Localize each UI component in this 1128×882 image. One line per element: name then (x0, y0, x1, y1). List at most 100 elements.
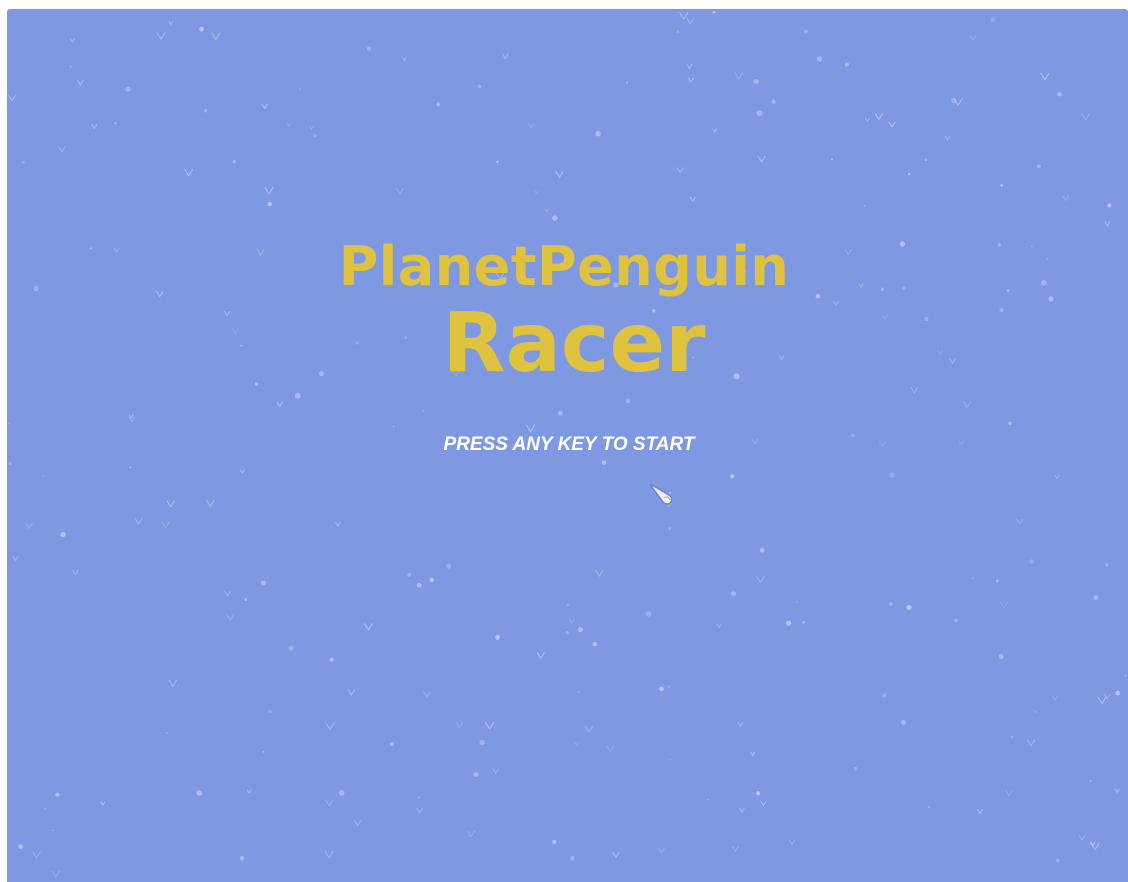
snow-speck (114, 122, 117, 125)
snow-speck (1093, 595, 1099, 600)
snow-speck (864, 117, 870, 123)
snow-speck (416, 807, 424, 814)
snow-speck (353, 819, 362, 827)
snow-speck (659, 686, 664, 691)
snow-speck (658, 847, 665, 854)
snow-speck (205, 499, 215, 508)
snow-speck (156, 31, 166, 41)
snow-speck (555, 171, 564, 179)
snow-speck (203, 109, 208, 113)
snow-speck (573, 740, 580, 746)
snow-speck (484, 721, 495, 731)
snow-speck (446, 563, 452, 569)
snow-speck (668, 527, 672, 531)
snow-speck (224, 590, 232, 597)
snow-speck (786, 620, 792, 626)
snow-speck (455, 722, 464, 729)
snow-speck (712, 10, 716, 14)
snow-speck (570, 855, 575, 861)
snow-speck (478, 84, 482, 89)
snow-speck (889, 472, 895, 478)
snow-speck (1057, 92, 1062, 97)
snow-speck (168, 679, 178, 688)
snow-speck (687, 77, 695, 84)
snow-speck (51, 829, 54, 832)
snow-speck (796, 601, 798, 603)
snow-speck (268, 709, 272, 714)
snow-speck (309, 125, 315, 131)
snow-speck (676, 167, 684, 174)
snow-speck (129, 466, 132, 469)
snow-speck (739, 808, 745, 814)
snow-speck (276, 401, 283, 408)
snow-speck (44, 807, 47, 811)
snow-speck (125, 86, 131, 92)
snow-speck (906, 605, 912, 610)
snow-speck (928, 805, 931, 809)
snow-speck (944, 136, 951, 141)
snow-speck (244, 598, 248, 601)
snow-speck (1054, 474, 1060, 480)
snow-speck (830, 158, 833, 161)
snow-speck (568, 618, 575, 624)
snow-speck (577, 627, 583, 633)
snow-speck (771, 99, 776, 104)
snow-speck (612, 851, 620, 859)
snow-speck (565, 631, 569, 635)
snow-speck (976, 808, 984, 815)
snow-speck (730, 474, 735, 479)
snow-speck (69, 65, 72, 68)
snow-speck (1104, 563, 1109, 567)
snow-speck (232, 159, 237, 164)
snow-speck (706, 798, 709, 801)
snow-speck (606, 745, 615, 753)
snow-speck (990, 17, 995, 22)
snow-speck (1011, 735, 1014, 739)
snow-speck (264, 186, 274, 195)
snow-speck (525, 424, 536, 433)
snow-speck (168, 21, 174, 26)
snow-speck (422, 409, 425, 412)
snow-speck (969, 34, 977, 42)
snow-speck (592, 641, 598, 647)
snow-speck (755, 575, 765, 584)
snow-speck (161, 521, 170, 529)
snow-speck (1040, 72, 1050, 81)
snow-speck (407, 573, 412, 577)
snow-speck (874, 113, 883, 121)
snow-speck (645, 611, 652, 617)
snow-speck (1090, 842, 1096, 847)
snow-speck (1081, 113, 1090, 121)
snow-speck (601, 460, 607, 465)
snow-speck (625, 398, 631, 404)
snow-speck (392, 425, 395, 428)
snow-speck (536, 652, 545, 660)
snow-speck (1037, 164, 1041, 169)
snow-speck (347, 688, 356, 696)
snow-speck (924, 158, 928, 162)
snow-speck (261, 103, 268, 110)
snow-speck (1124, 674, 1127, 677)
snow-speck (492, 768, 499, 775)
snow-speck (286, 122, 292, 128)
snow-speck (889, 602, 893, 606)
snow-speck (1107, 203, 1112, 208)
snow-speck (907, 172, 911, 176)
snow-speck (667, 685, 671, 688)
snow-speck (716, 623, 723, 629)
snow-speck (732, 846, 739, 853)
snow-speck (802, 621, 805, 624)
snow-speck (566, 603, 569, 607)
snow-speck (324, 850, 334, 859)
snow-speck (69, 38, 76, 44)
snow-speck (844, 62, 849, 67)
snow-speck (953, 618, 959, 623)
snow-speck (756, 110, 763, 117)
press-any-key-prompt[interactable]: PRESS ANY KEY TO START (0, 432, 1128, 458)
snow-speck (91, 123, 98, 130)
snow-speck (60, 531, 66, 538)
snow-speck (1090, 842, 1100, 851)
snow-speck (166, 500, 175, 508)
snow-speck (199, 26, 205, 32)
snow-speck (901, 720, 906, 725)
